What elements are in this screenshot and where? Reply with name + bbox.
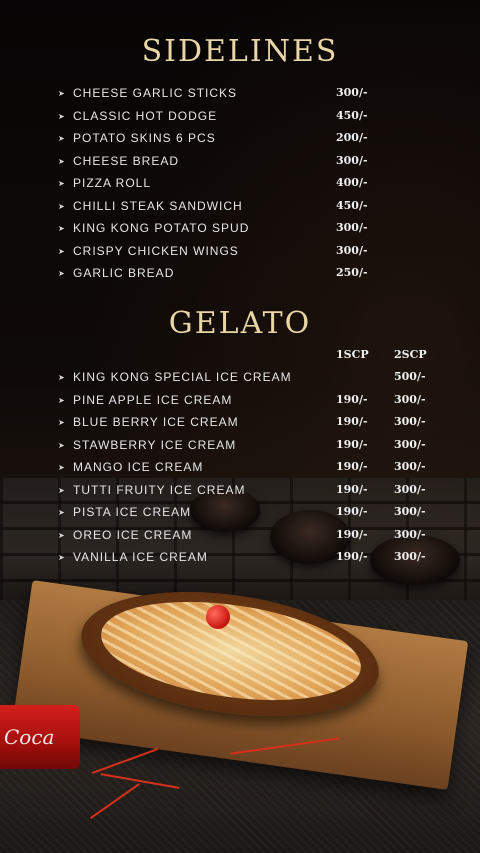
bullet-icon: ➤	[58, 395, 65, 405]
menu-item: ➤ MANGO ICE CREAM 190/- 300/-	[0, 460, 480, 478]
bullet-icon: ➤	[58, 440, 65, 450]
menu-item-name: OREO ICE CREAM	[73, 527, 193, 542]
bullet-icon: ➤	[58, 224, 65, 233]
menu-item-price-1scp: 190/-	[336, 527, 368, 541]
menu-item-price: 450/-	[336, 108, 368, 122]
bullet-icon: ➤	[58, 201, 65, 211]
menu-item-price-2scp: 300/-	[394, 482, 426, 496]
menu-item-price: 400/-	[336, 176, 368, 189]
gelato-1scp-header: 1SCP	[336, 348, 369, 361]
bullet-icon: ➤	[58, 373, 65, 382]
menu-item: ➤ CLASSIC HOT DODGE 450/-	[0, 109, 480, 127]
bullet-icon: ➤	[58, 179, 65, 188]
menu-item-name: TUTTI FRUITY ICE CREAM	[73, 482, 246, 497]
menu-item: ➤ PISTA ICE CREAM 190/- 300/-	[0, 505, 480, 523]
bullet-icon: ➤	[58, 246, 65, 256]
menu-item-name: PINE APPLE ICE CREAM	[73, 392, 233, 407]
menu-item-name: CRISPY CHICKEN WINGS	[73, 243, 239, 258]
menu-item-price-1scp: 190/-	[336, 437, 368, 451]
menu-item-name: CHEESE GARLIC STICKS	[73, 86, 238, 100]
menu-item: ➤ PINE APPLE ICE CREAM 190/- 300/-	[0, 393, 480, 411]
cola-can: Coca	[0, 705, 80, 769]
menu-item: ➤ CHEESE BREAD 300/-	[0, 154, 480, 172]
bullet-icon: ➤	[58, 553, 65, 562]
menu-item-price: 250/-	[336, 266, 368, 279]
menu-item-price-2scp: 300/-	[394, 527, 426, 541]
menu-item: ➤ VANILLA ICE CREAM 190/- 300/-	[0, 550, 480, 568]
menu-item: ➤ KING KONG POTATO SPUD 300/-	[0, 221, 480, 239]
bullet-icon: ➤	[58, 485, 65, 495]
menu-item: ➤ PIZZA ROLL 400/-	[0, 176, 480, 194]
menu-item-name: CLASSIC HOT DODGE	[73, 108, 218, 123]
menu-item-name: STAWBERRY ICE CREAM	[73, 437, 237, 452]
menu-item-name: KING KONG SPECIAL ICE CREAM	[73, 370, 292, 384]
bullet-icon: ➤	[58, 418, 65, 427]
menu-item-price-1scp: 190/-	[336, 550, 368, 563]
menu-item-price-2scp: 300/-	[394, 550, 426, 563]
menu-item: ➤ TUTTI FRUITY ICE CREAM 190/- 300/-	[0, 483, 480, 501]
menu-item-price-1scp: 190/-	[336, 482, 368, 496]
bullet-icon: ➤	[58, 111, 65, 121]
menu-item-price-2scp: 300/-	[394, 505, 426, 518]
menu-item-name: GARLIC BREAD	[73, 266, 175, 280]
menu-item-name: CHEESE BREAD	[73, 153, 180, 168]
menu-item-price-2scp: 300/-	[394, 437, 426, 451]
menu-item-name: CHILLI STEAK SANDWICH	[73, 198, 243, 213]
bullet-icon: ➤	[58, 463, 65, 472]
menu-item: ➤ OREO ICE CREAM 190/- 300/-	[0, 528, 480, 546]
menu-item-price-2scp: 300/-	[394, 415, 426, 428]
menu-item: ➤ CHEESE GARLIC STICKS 300/-	[0, 86, 480, 104]
menu-item-price-1scp: 190/-	[336, 460, 368, 473]
menu-item-price: 300/-	[336, 153, 368, 167]
menu-item-name: VANILLA ICE CREAM	[73, 550, 208, 564]
menu-item: ➤ CRISPY CHICKEN WINGS 300/-	[0, 244, 480, 262]
menu-item: ➤ CHILLI STEAK SANDWICH 450/-	[0, 199, 480, 217]
bullet-icon: ➤	[58, 530, 65, 540]
menu-item: ➤ KING KONG SPECIAL ICE CREAM 500/-	[0, 370, 480, 388]
bullet-icon: ➤	[58, 156, 65, 166]
menu-item-price-2scp: 300/-	[394, 460, 426, 473]
menu-item-price-2scp: 300/-	[394, 392, 426, 406]
bullet-icon: ➤	[58, 269, 65, 278]
menu-item-name: PISTA ICE CREAM	[73, 505, 192, 519]
menu-item-price-1scp: 190/-	[336, 505, 368, 518]
sidelines-title: SIDELINES	[141, 34, 339, 69]
cola-can-logo: Coca	[4, 725, 55, 749]
menu-item-price: 300/-	[336, 243, 368, 257]
gelato-title: GELATO	[168, 306, 312, 341]
menu-item-price: 450/-	[336, 198, 368, 212]
menu-item-name: KING KONG POTATO SPUD	[73, 221, 250, 235]
menu-item: ➤ BLUE BERRY ICE CREAM 190/- 300/-	[0, 415, 480, 433]
bullet-icon: ➤	[58, 89, 65, 98]
menu-item: ➤ GARLIC BREAD 250/-	[0, 266, 480, 284]
menu-item-price-1scp: 190/-	[336, 392, 368, 406]
bullet-icon: ➤	[58, 508, 65, 517]
menu-item-name: PIZZA ROLL	[73, 176, 152, 190]
menu-item-name: POTATO SKINS 6 PCS	[73, 131, 216, 145]
menu-item-price: 200/-	[336, 131, 368, 144]
menu-item: ➤ STAWBERRY ICE CREAM 190/- 300/-	[0, 438, 480, 456]
menu-item-name: MANGO ICE CREAM	[73, 460, 204, 474]
menu-item-price: 300/-	[336, 86, 368, 99]
menu-item-price-1scp: 190/-	[336, 415, 368, 428]
menu-item-price: 300/-	[336, 221, 368, 234]
cherry-tomato	[206, 605, 230, 629]
menu-item: ➤ POTATO SKINS 6 PCS 200/-	[0, 131, 480, 149]
menu-item-name: BLUE BERRY ICE CREAM	[73, 415, 239, 429]
gelato-2scp-header: 2SCP	[394, 348, 427, 361]
menu-item-price-2scp: 500/-	[394, 370, 426, 383]
bullet-icon: ➤	[58, 134, 65, 143]
